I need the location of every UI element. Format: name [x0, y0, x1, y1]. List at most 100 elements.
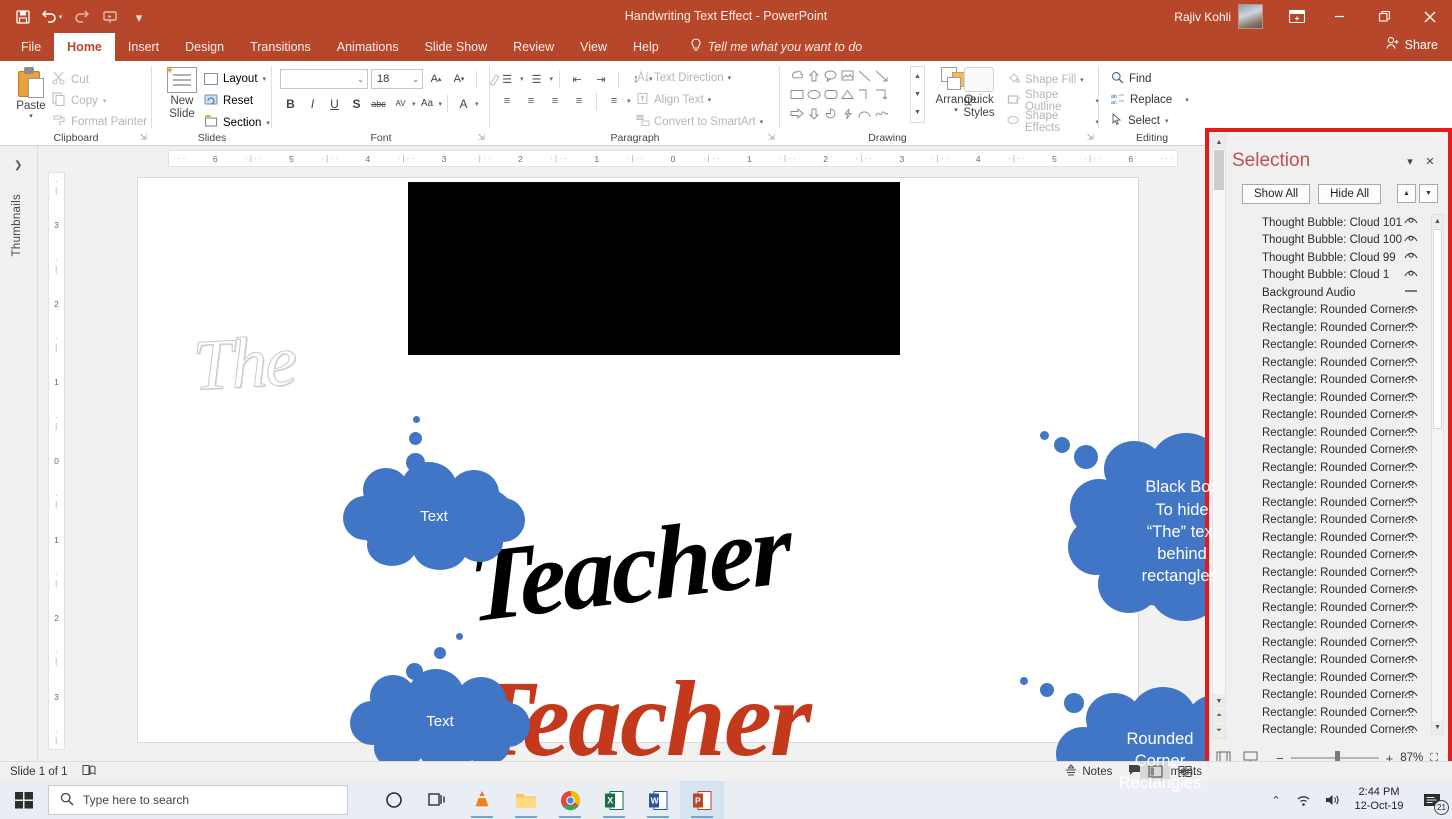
selection-item[interactable]: Rectangle: Rounded Corner...	[1232, 302, 1440, 320]
eye-visible-icon[interactable]	[1404, 724, 1418, 736]
shape-arrow-icon[interactable]	[873, 66, 890, 85]
search-input[interactable]: Type here to search	[48, 785, 348, 815]
section-button[interactable]: Section ▾	[204, 112, 270, 134]
thought-bubble-text-bottom-left[interactable]: Text	[350, 633, 530, 773]
increase-indent-button[interactable]: ⇥	[590, 69, 612, 89]
scrollbar-thumb[interactable]	[1214, 150, 1224, 190]
change-case-button[interactable]: Aa	[417, 93, 438, 114]
selection-item[interactable]: Rectangle: Rounded Corner...	[1232, 634, 1440, 652]
minimize-icon[interactable]	[1317, 0, 1362, 33]
align-center-button[interactable]: ≡	[520, 91, 542, 111]
shape-fill-button[interactable]: Shape Fill ▾	[1007, 69, 1099, 90]
selection-item[interactable]: Rectangle: Rounded Corner...	[1232, 337, 1440, 355]
selection-list-scrollbar[interactable]: ▲ ▼	[1431, 214, 1444, 735]
selection-item[interactable]: Rectangle: Rounded Corner...	[1232, 389, 1440, 407]
eye-visible-icon[interactable]	[1404, 601, 1418, 613]
chrome-icon[interactable]	[548, 781, 592, 819]
word-icon[interactable]: W	[636, 781, 680, 819]
strikethrough-button[interactable]: abc	[368, 93, 389, 114]
convert-to-smartart-button[interactable]: Convert to SmartArt ▾	[636, 111, 763, 133]
chevron-down-icon[interactable]: ▼	[1432, 721, 1443, 734]
selection-item[interactable]: Rectangle: Rounded Corner...	[1232, 704, 1440, 722]
reset-button[interactable]: Reset	[204, 90, 270, 112]
eye-visible-icon[interactable]	[1404, 584, 1418, 596]
shape-effects-button[interactable]: Shape Effects ▾	[1007, 110, 1099, 134]
eye-visible-icon[interactable]	[1404, 251, 1418, 263]
eye-visible-icon[interactable]	[1404, 216, 1418, 228]
columns-button[interactable]: ≡	[603, 91, 625, 111]
font-dialog-launcher[interactable]: ⇲	[477, 132, 485, 143]
thought-bubble-text-top-left[interactable]: Text	[343, 416, 525, 570]
eye-visible-icon[interactable]	[1404, 426, 1418, 438]
layout-button[interactable]: Layout ▾	[204, 68, 270, 90]
excel-icon[interactable]: X	[592, 781, 636, 819]
paste-button[interactable]: Paste ▾	[8, 67, 54, 120]
selection-item[interactable]: Rectangle: Rounded Corner...	[1232, 319, 1440, 337]
shape-down-arrow-icon[interactable]	[805, 104, 822, 123]
justify-button[interactable]: ≡	[568, 91, 590, 111]
selection-item[interactable]: Rectangle: Rounded Corner...	[1232, 494, 1440, 512]
eye-visible-icon[interactable]	[1404, 636, 1418, 648]
increase-font-size-button[interactable]: A ▴	[426, 69, 446, 89]
chevron-down-icon[interactable]: ▼	[1213, 694, 1225, 708]
thumbnails-panel-collapsed[interactable]: ❯ Thumbnails	[0, 146, 38, 761]
selection-item[interactable]: Rectangle: Rounded Corner...	[1232, 582, 1440, 600]
tab-insert[interactable]: Insert	[115, 33, 172, 61]
eye-visible-icon[interactable]	[1404, 269, 1418, 281]
selection-item[interactable]: Rectangle: Rounded Corner...	[1232, 722, 1440, 736]
italic-button[interactable]: I	[302, 93, 323, 114]
powerpoint-icon[interactable]: P	[680, 781, 724, 819]
tell-me-search[interactable]: Tell me what you want to do	[690, 33, 862, 61]
chevron-down-icon[interactable]: ▾	[1080, 76, 1084, 84]
eye-visible-icon[interactable]	[1404, 619, 1418, 631]
paragraph-dialog-launcher[interactable]: ⇲	[767, 132, 775, 143]
selection-item-list[interactable]: Thought Bubble: Cloud 101 Thought Bubble:…	[1232, 214, 1440, 735]
shape-curve-icon[interactable]	[856, 104, 873, 123]
selection-item[interactable]: Thought Bubble: Cloud 1	[1232, 267, 1440, 285]
format-painter-button[interactable]: Format Painter	[52, 111, 147, 132]
slide-count[interactable]: Slide 1 of 1	[10, 766, 68, 778]
chevron-right-icon[interactable]: ❯	[14, 160, 22, 171]
chevron-down-icon[interactable]: ▾	[728, 74, 732, 82]
chevron-down-icon[interactable]: ▾	[475, 100, 479, 108]
shapes-gallery[interactable]	[788, 66, 908, 123]
thought-bubble-black-box[interactable]: Black Box To hide “The” text behind rect…	[1038, 423, 1300, 621]
chevron-down-icon[interactable]: ▾	[8, 112, 54, 120]
tab-design[interactable]: Design	[172, 33, 237, 61]
chevron-down-icon[interactable]: ▾	[439, 100, 443, 108]
selection-item[interactable]: Rectangle: Rounded Corner...	[1232, 372, 1440, 390]
shape-pie-icon[interactable]	[822, 104, 839, 123]
clipboard-dialog-launcher[interactable]: ⇲	[139, 132, 147, 143]
selection-item[interactable]: Rectangle: Rounded Corner...	[1232, 564, 1440, 582]
send-backward-button[interactable]: ▼	[1419, 184, 1438, 203]
shape-outline-button[interactable]: Shape Outline ▾	[1007, 89, 1099, 113]
network-icon[interactable]	[1290, 781, 1318, 819]
selection-item[interactable]: Thought Bubble: Cloud 100	[1232, 232, 1440, 250]
bring-forward-button[interactable]: ▲	[1397, 184, 1416, 203]
eye-visible-icon[interactable]	[1404, 304, 1418, 316]
more-shapes-icon[interactable]: ▼	[914, 109, 921, 116]
eye-visible-icon[interactable]	[1404, 671, 1418, 683]
eye-visible-icon[interactable]	[1404, 444, 1418, 456]
shape-right-arrow-icon[interactable]	[788, 104, 805, 123]
black-box-shape[interactable]	[408, 182, 900, 355]
numbering-button[interactable]: ☰	[526, 69, 548, 89]
chevron-down-icon[interactable]: ▾	[627, 97, 631, 105]
previous-slide-icon[interactable]: ⏶	[1213, 709, 1225, 723]
selection-item[interactable]: Thought Bubble: Cloud 99	[1232, 249, 1440, 267]
close-icon[interactable]	[1407, 0, 1452, 33]
notification-center-icon[interactable]: 21	[1412, 781, 1452, 819]
shape-picture-icon[interactable]	[839, 66, 856, 85]
eye-visible-icon[interactable]	[1404, 706, 1418, 718]
shape-up-arrow-icon[interactable]	[805, 66, 822, 85]
customize-quick-access-icon[interactable]: ▾	[126, 5, 152, 29]
chevron-down-icon[interactable]: ▾	[266, 119, 270, 127]
shape-freeform-icon[interactable]	[873, 104, 890, 123]
eye-hidden-icon[interactable]	[1404, 284, 1418, 298]
accessibility-checker-icon[interactable]	[82, 764, 96, 780]
hide-all-button[interactable]: Hide All	[1318, 184, 1382, 204]
volume-icon[interactable]	[1318, 781, 1346, 819]
tab-slide-show[interactable]: Slide Show	[412, 33, 501, 61]
notes-button[interactable]: Notes	[1065, 764, 1112, 779]
slide-canvas[interactable]: The Teacher Teacher Text Text Black Box …	[137, 177, 1300, 819]
